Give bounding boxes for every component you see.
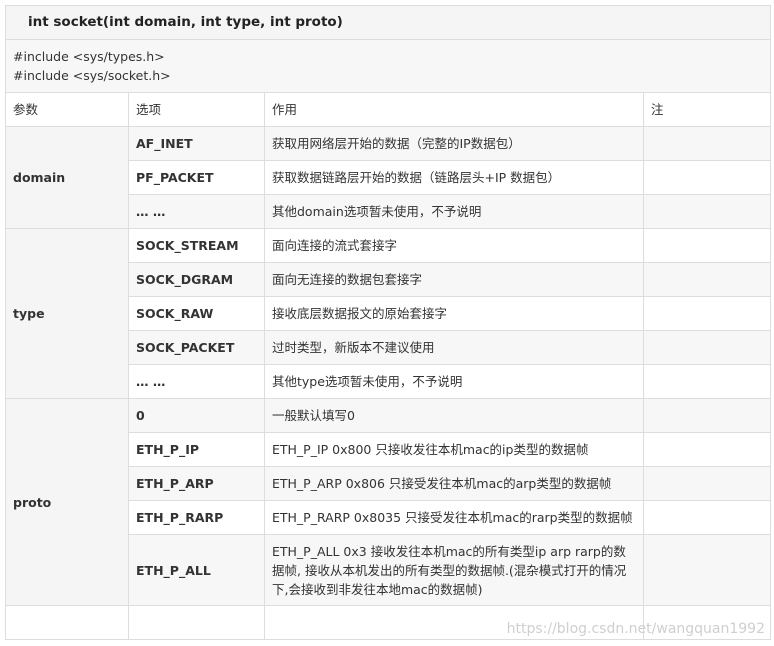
note-cell [642, 500, 772, 535]
param-domain: domain [5, 126, 129, 229]
note-cell [642, 228, 772, 263]
header-option: 选项 [128, 92, 265, 127]
function-signature: int socket(int domain, int type, int pro… [4, 5, 772, 40]
option-cell: SOCK_DGRAM [128, 262, 265, 297]
param-proto: proto [5, 398, 129, 606]
include-socket: #include <sys/socket.h> [13, 68, 171, 83]
table-title-row: int socket(int domain, int type, int pro… [4, 5, 772, 40]
include-row: #include <sys/types.h> #include <sys/soc… [4, 39, 772, 93]
watermark: https://blog.csdn.net/wangquan1992 [506, 621, 765, 637]
effect-cell: 其他domain选项暂未使用，不予说明 [264, 194, 644, 229]
header-note: 注 [642, 92, 772, 127]
option-cell: SOCK_STREAM [128, 228, 265, 263]
header-param: 参数 [5, 92, 129, 127]
include-cell: #include <sys/types.h> #include <sys/soc… [4, 39, 772, 93]
effect-cell: 其他type选项暂未使用，不予说明 [264, 364, 644, 399]
note-cell [642, 296, 772, 331]
option-cell: 0 [128, 398, 265, 433]
note-cell [642, 160, 772, 195]
effect-cell: 获取数据链路层开始的数据（链路层头+IP 数据包） [264, 160, 644, 195]
effect-cell: 一般默认填写0 [264, 398, 644, 433]
note-cell [642, 364, 772, 399]
empty-cell [5, 605, 129, 640]
effect-cell: ETH_P_RARP 0x8035 只接受发往本机mac的rarp类型的数据帧 [264, 500, 644, 535]
include-types: #include <sys/types.h> [13, 49, 165, 64]
effect-cell: ETH_P_IP 0x800 只接收发往本机mac的ip类型的数据帧 [264, 432, 644, 467]
option-cell: AF_INET [128, 126, 265, 161]
note-cell [642, 398, 772, 433]
effect-cell: 面向连接的流式套接字 [264, 228, 644, 263]
option-cell: ETH_P_ALL [128, 534, 265, 606]
note-cell [642, 194, 772, 229]
option-cell: ETH_P_IP [128, 432, 265, 467]
header-effect: 作用 [264, 92, 644, 127]
note-cell [642, 330, 772, 365]
note-cell [642, 466, 772, 501]
param-type: type [5, 228, 129, 399]
table-row: domain AF_INET 获取用网络层开始的数据（完整的IP数据包） [5, 126, 772, 229]
option-cell: SOCK_PACKET [128, 330, 265, 365]
effect-cell: 接收底层数据报文的原始套接字 [264, 296, 644, 331]
note-cell [642, 126, 772, 161]
note-cell [642, 534, 772, 606]
option-cell: ETH_P_RARP [128, 500, 265, 535]
effect-cell: ETH_P_ARP 0x806 只接受发往本机mac的arp类型的数据帧 [264, 466, 644, 501]
table-row: type SOCK_STREAM 面向连接的流式套接字 [5, 228, 772, 399]
note-cell [642, 262, 772, 297]
option-cell: PF_PACKET [128, 160, 265, 195]
option-cell: ETH_P_ARP [128, 466, 265, 501]
table-row: proto 0 一般默认填写0 [5, 398, 772, 606]
empty-cell [128, 605, 265, 640]
option-cell: SOCK_RAW [128, 296, 265, 331]
option-cell: … … [128, 364, 265, 399]
note-cell [642, 432, 772, 467]
effect-cell: ETH_P_ALL 0x3 接收发往本机mac的所有类型ip arp rarp的… [264, 534, 644, 606]
socket-params-table: int socket(int domain, int type, int pro… [4, 5, 772, 640]
header-row: 参数 选项 作用 注 [5, 92, 772, 127]
effect-cell: 获取用网络层开始的数据（完整的IP数据包） [264, 126, 644, 161]
option-cell: … … [128, 194, 265, 229]
effect-cell: 面向无连接的数据包套接字 [264, 262, 644, 297]
effect-cell: 过时类型，新版本不建议使用 [264, 330, 644, 365]
